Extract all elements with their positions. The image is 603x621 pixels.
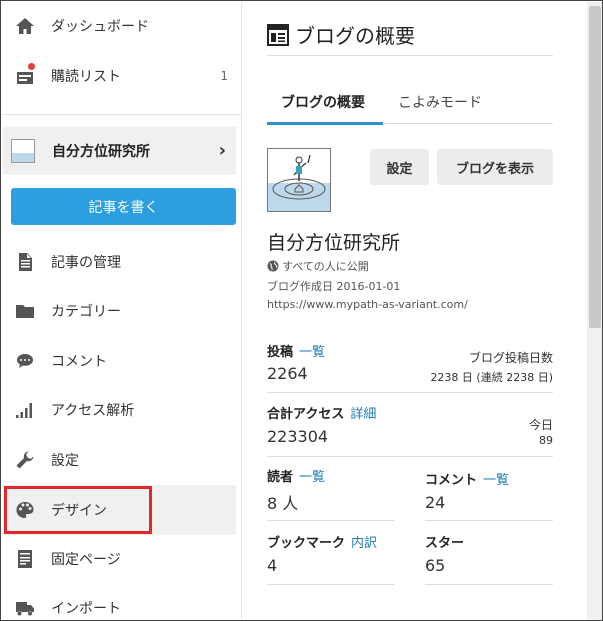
- sidebar-item-comments[interactable]: コメント: [2, 339, 241, 383]
- posts-stat-label: 投稿 一覧: [267, 341, 325, 360]
- sidebar: ダッシュボード 購読リスト 1 自分方位研究所 › 記事を書く 記事の管理 カテ…: [2, 2, 242, 620]
- sidebar-item-import[interactable]: インポート: [2, 586, 241, 620]
- stats-divider: [267, 584, 395, 585]
- page-icon: [14, 548, 36, 570]
- posts-list-link[interactable]: 一覧: [299, 345, 325, 360]
- globe-icon: [267, 260, 279, 272]
- stats-divider: [267, 456, 553, 457]
- sidebar-divider: [2, 114, 241, 115]
- sidebar-item-subscriptions[interactable]: 購読リスト 1: [2, 54, 241, 98]
- tab-calendar-mode[interactable]: こよみモード: [398, 92, 482, 112]
- sidebar-blog-selector[interactable]: 自分方位研究所 ›: [3, 127, 236, 175]
- bookmarks-count: 4: [267, 556, 278, 575]
- active-tab-indicator: [267, 122, 383, 125]
- posts-count: 2264: [267, 364, 308, 383]
- visibility-text: すべての人に公開: [282, 260, 369, 273]
- stars-stat-label: スター: [425, 532, 464, 551]
- sidebar-item-label: 購読リスト: [51, 69, 121, 85]
- sidebar-item-label: アクセス解析: [51, 403, 135, 419]
- truck-icon: [14, 597, 36, 619]
- tab-blog-overview[interactable]: ブログの概要: [281, 92, 365, 112]
- readers-list-link[interactable]: 一覧: [299, 470, 325, 485]
- folder-icon: [14, 300, 36, 322]
- stats-divider: [267, 392, 553, 393]
- page-title-text: ブログの概要: [295, 24, 415, 48]
- comments-stat-label: コメント 一覧: [425, 469, 509, 488]
- dashboard-layout-icon: [267, 23, 289, 46]
- today-access-count: 89: [539, 434, 553, 447]
- sidebar-item-label: 記事の管理: [51, 255, 121, 271]
- page-title: ブログの概要: [267, 20, 415, 49]
- posts-label-text: 投稿: [267, 345, 294, 360]
- vertical-scrollbar[interactable]: [587, 2, 602, 620]
- visibility-status: すべての人に公開: [267, 258, 369, 274]
- sidebar-item-label: 設定: [51, 453, 79, 469]
- blog-created-date: ブログ作成日 2016-01-01: [267, 280, 401, 293]
- main-panel: ブログの概要 ブログの概要 こよみモード 設定 ブログを表示 自分方位研究所 す…: [243, 2, 587, 620]
- view-blog-button[interactable]: ブログを表示: [437, 149, 553, 185]
- sidebar-item-static-pages[interactable]: 固定ページ: [2, 537, 241, 581]
- blog-logo-icon: [268, 154, 330, 211]
- stats-divider: [425, 520, 553, 521]
- blog-settings-button[interactable]: 設定: [370, 149, 429, 185]
- comments-count: 24: [425, 493, 446, 512]
- posting-days-label: ブログ投稿日数: [468, 351, 553, 365]
- blog-thumbnail[interactable]: [267, 148, 331, 212]
- scrollbar-thumb[interactable]: [589, 6, 601, 328]
- stars-label-text: スター: [425, 536, 465, 551]
- posting-days-value: 2238 日 (連続 2238 日): [430, 371, 553, 384]
- sidebar-item-settings[interactable]: 設定: [2, 438, 241, 482]
- sidebar-item-label: ダッシュボード: [51, 19, 149, 35]
- comment-icon: [14, 350, 36, 372]
- today-label: 今日: [528, 418, 553, 432]
- write-article-button[interactable]: 記事を書く: [11, 188, 236, 225]
- blog-title: 自分方位研究所: [267, 232, 401, 254]
- sidebar-item-analytics[interactable]: アクセス解析: [2, 388, 241, 432]
- notification-dot: [27, 62, 36, 71]
- access-label-text: 合計アクセス: [267, 407, 345, 422]
- stats-divider: [425, 584, 553, 585]
- sidebar-blog-name: 自分方位研究所: [52, 144, 150, 160]
- total-access-count: 223304: [267, 427, 329, 446]
- stats-divider: [267, 520, 395, 521]
- comments-list-link[interactable]: 一覧: [483, 473, 509, 488]
- sidebar-item-label: コメント: [51, 354, 107, 370]
- sidebar-item-label: インポート: [51, 601, 121, 617]
- bookmarks-breakdown-link[interactable]: 内訳: [351, 536, 377, 551]
- comments-label-text: コメント: [425, 473, 478, 488]
- window-frame: ダッシュボード 購読リスト 1 自分方位研究所 › 記事を書く 記事の管理 カテ…: [0, 0, 603, 621]
- sidebar-item-label: カテゴリー: [51, 304, 121, 320]
- readers-label-text: 読者: [267, 470, 294, 485]
- access-stat-label: 合計アクセス 詳細: [267, 403, 376, 422]
- signal-bars-icon: [14, 399, 36, 421]
- sidebar-item-label: 固定ページ: [51, 552, 121, 568]
- readers-stat-label: 読者 一覧: [267, 466, 325, 485]
- tab-bar: ブログの概要 こよみモード: [267, 86, 553, 125]
- chevron-right-icon: ›: [218, 140, 226, 161]
- subscription-count: 1: [220, 69, 228, 83]
- document-icon: [14, 251, 36, 273]
- wrench-icon: [14, 449, 36, 471]
- stars-count: 65: [425, 556, 446, 575]
- readers-count: 8 人: [267, 494, 299, 513]
- sidebar-item-articles[interactable]: 記事の管理: [2, 240, 241, 284]
- sidebar-item-dashboard[interactable]: ダッシュボード: [2, 4, 241, 48]
- bookmarks-label-text: ブックマーク: [267, 536, 346, 551]
- title-divider: [267, 55, 553, 56]
- access-detail-link[interactable]: 詳細: [350, 407, 376, 422]
- highlight-annotation-box: [4, 486, 152, 534]
- blog-avatar: [11, 139, 35, 163]
- bookmarks-stat-label: ブックマーク 内訳: [267, 532, 377, 551]
- blog-url: https://www.mypath-as-variant.com/: [267, 298, 468, 311]
- home-icon: [14, 15, 36, 37]
- sidebar-item-categories[interactable]: カテゴリー: [2, 289, 241, 333]
